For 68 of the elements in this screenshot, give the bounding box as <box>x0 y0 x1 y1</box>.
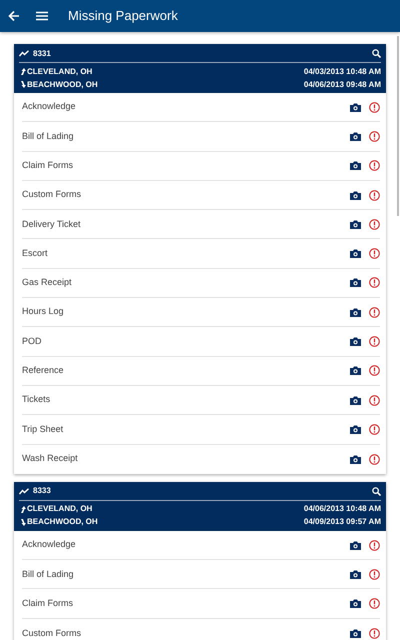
warning-icon <box>369 277 380 288</box>
document-name: Claim Forms <box>22 158 73 172</box>
warning-icon <box>369 306 380 318</box>
document-name: Delivery Ticket <box>22 218 81 231</box>
delivery-time: 04/06/2013 09:48 AM <box>304 78 381 90</box>
document-name: Custom Forms <box>22 626 82 640</box>
warning-icon <box>369 394 380 406</box>
warning-icon <box>369 336 380 348</box>
document-name: Gas Receipt <box>22 276 72 290</box>
load-number: 8333 <box>33 485 51 498</box>
document-name: Reference <box>22 364 64 378</box>
warning-icon <box>369 628 380 639</box>
search-icon[interactable] <box>372 49 381 58</box>
warning-icon <box>369 160 380 172</box>
pickup-location: CLEVELAND, OH <box>27 66 92 78</box>
trend-icon <box>19 488 29 495</box>
warning-icon <box>369 248 380 260</box>
trend-icon <box>19 50 29 57</box>
back-icon[interactable] <box>8 10 20 22</box>
camera-icon[interactable] <box>350 161 361 170</box>
delivery-time: 04/09/2013 09:57 AM <box>304 516 381 528</box>
camera-icon[interactable] <box>350 102 361 112</box>
camera-icon[interactable] <box>350 540 361 550</box>
menu-icon[interactable] <box>36 11 48 21</box>
document-name: Acknowledge <box>22 538 76 552</box>
search-icon[interactable] <box>372 486 381 496</box>
camera-icon[interactable] <box>350 454 361 464</box>
camera-icon[interactable] <box>350 628 361 638</box>
document-name: Hours Log <box>22 305 64 318</box>
document-name: Acknowledge <box>22 100 76 114</box>
load-number: 8331 <box>33 48 51 60</box>
warning-icon <box>369 102 380 113</box>
warning-icon <box>369 218 380 230</box>
document-name: Wash Receipt <box>22 452 78 466</box>
delivery-location: BEACHWOOD, OH <box>27 78 98 90</box>
warning-icon <box>369 424 380 435</box>
pickup-time: 04/06/2013 10:48 AM <box>304 503 381 516</box>
warning-icon <box>369 190 380 201</box>
document-name: Custom Forms <box>22 188 82 202</box>
warning-icon <box>369 598 380 610</box>
page-title: Missing Paperwork <box>68 7 178 26</box>
warning-icon <box>369 568 380 580</box>
camera-icon[interactable] <box>350 278 361 288</box>
document-name: Bill of Lading <box>22 568 74 581</box>
camera-icon[interactable] <box>350 599 361 608</box>
camera-icon[interactable] <box>350 308 361 317</box>
camera-icon[interactable] <box>350 220 361 229</box>
document-name: Escort <box>22 246 48 260</box>
camera-icon[interactable] <box>350 570 361 579</box>
delivery-location: BEACHWOOD, OH <box>27 516 98 528</box>
document-name: Tickets <box>22 393 50 406</box>
warning-icon <box>369 365 380 376</box>
camera-icon[interactable] <box>350 190 361 200</box>
camera-icon[interactable] <box>350 337 361 346</box>
camera-icon[interactable] <box>350 424 361 434</box>
pickup-location: CLEVELAND, OH <box>27 503 92 516</box>
warning-icon <box>369 130 380 142</box>
camera-icon[interactable] <box>350 132 361 141</box>
document-name: Claim Forms <box>22 596 73 610</box>
camera-icon[interactable] <box>350 396 361 405</box>
warning-icon <box>369 454 380 465</box>
camera-icon[interactable] <box>350 366 361 376</box>
document-name: POD <box>22 334 42 348</box>
warning-icon <box>369 540 380 550</box>
document-name: Trip Sheet <box>22 422 64 436</box>
camera-icon[interactable] <box>350 249 361 258</box>
document-name: Bill of Lading <box>22 130 74 143</box>
pickup-time: 04/03/2013 10:48 AM <box>304 66 381 78</box>
